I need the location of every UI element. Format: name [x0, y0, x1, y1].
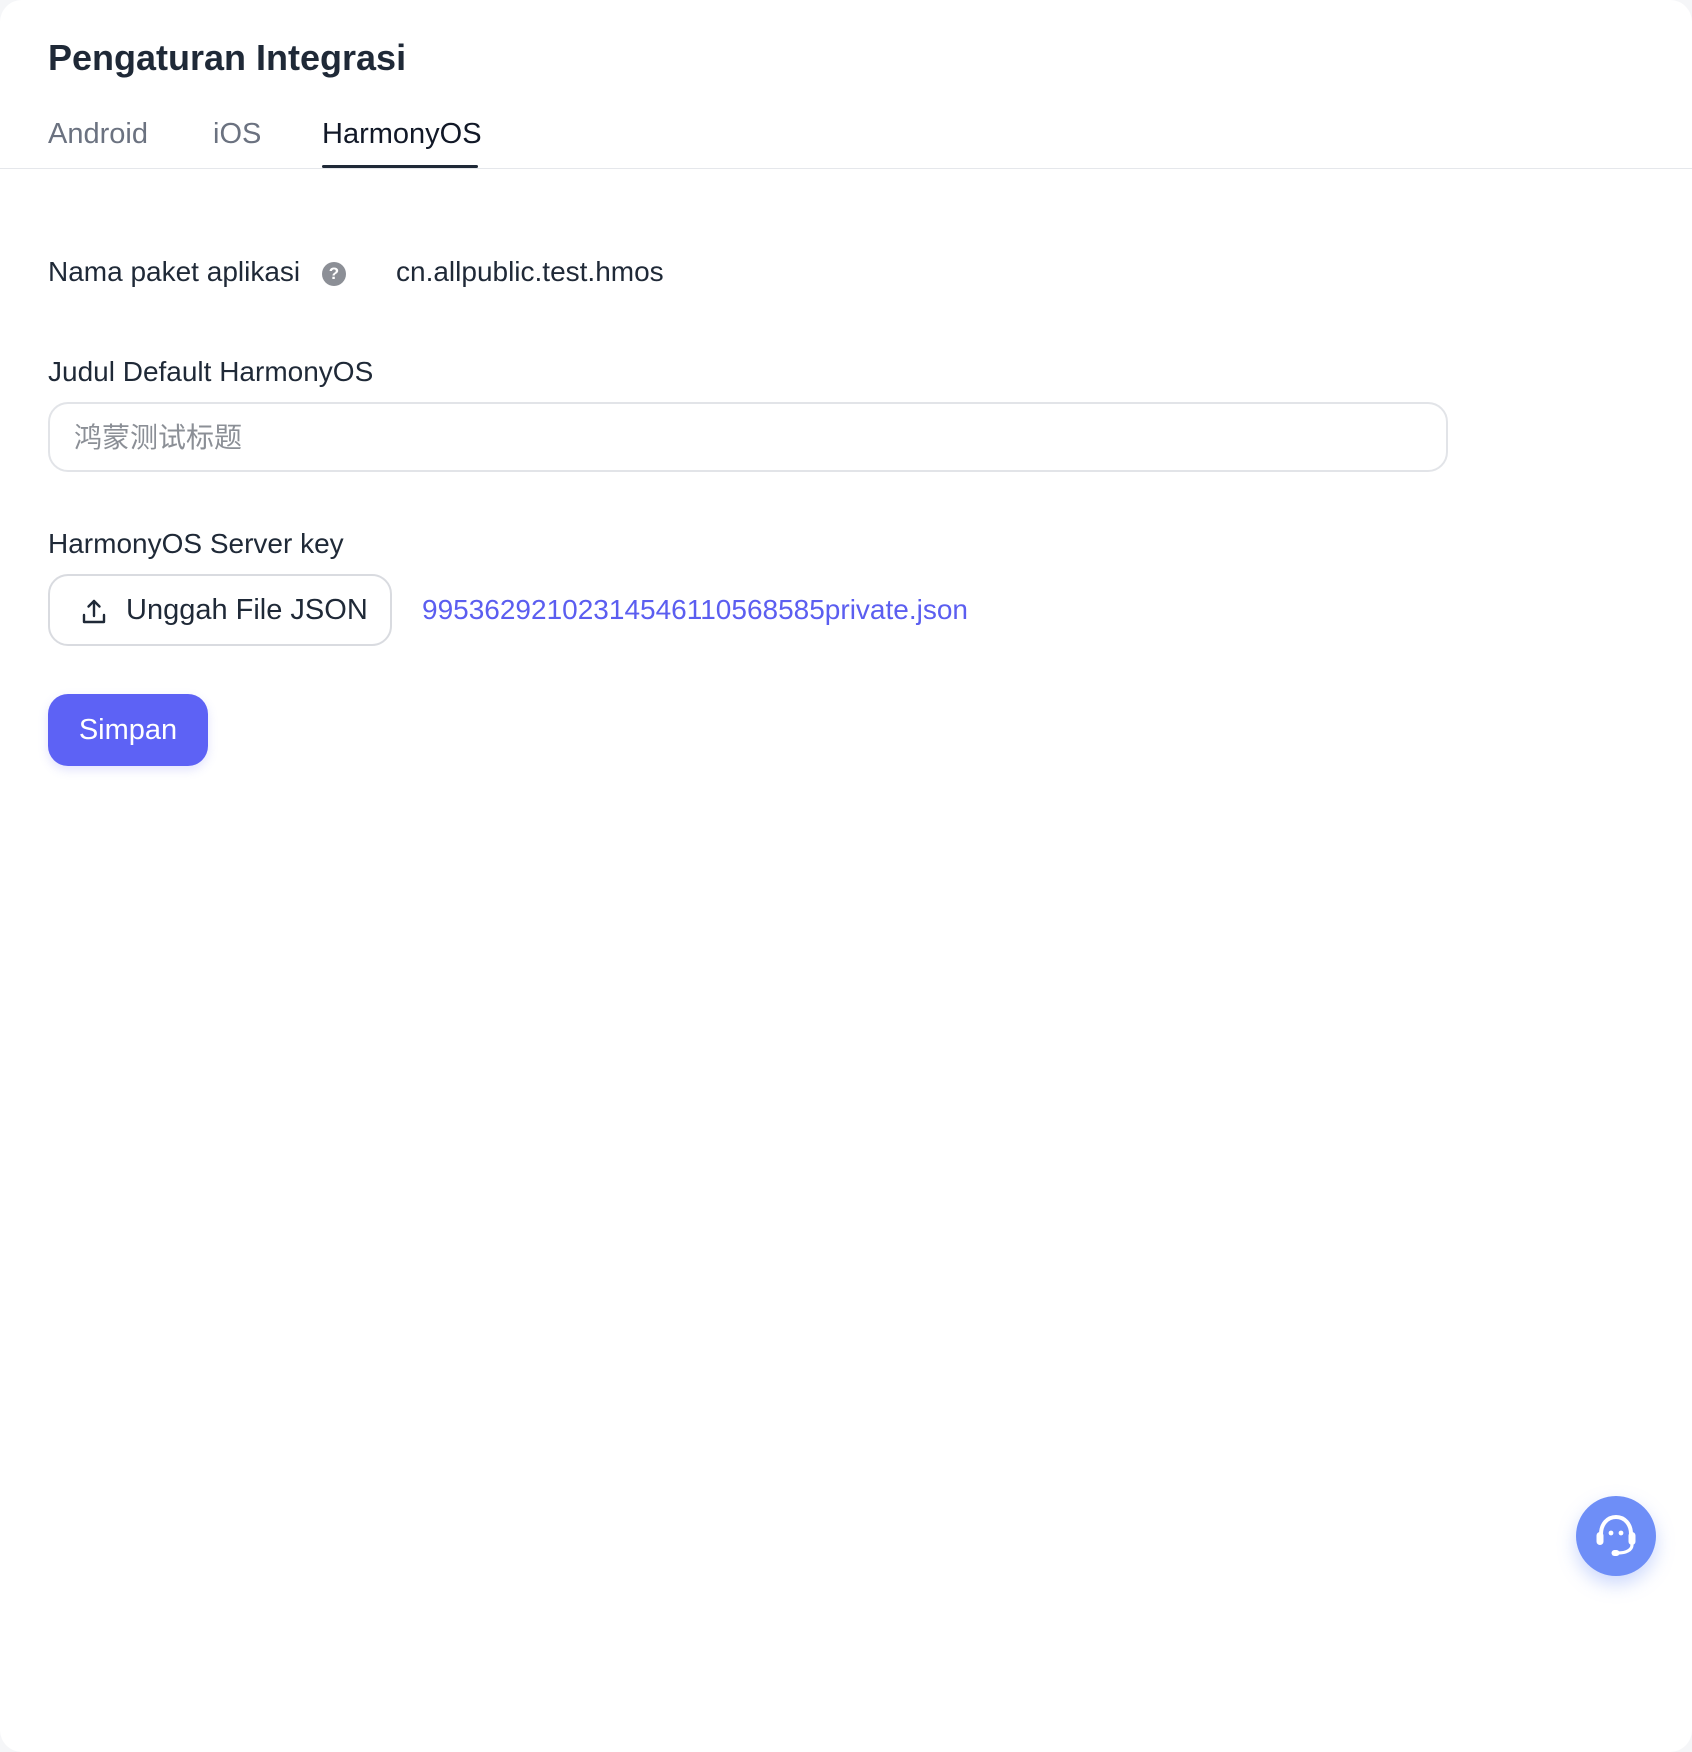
default-title-label: Judul Default HarmonyOS: [48, 356, 374, 387]
server-key-label: HarmonyOS Server key: [48, 528, 344, 559]
upload-json-button-label: Unggah File JSON: [126, 594, 368, 626]
tab-android[interactable]: Android: [48, 116, 148, 168]
tab-harmonyos[interactable]: HarmonyOS: [322, 116, 482, 168]
headset-icon: [1596, 1514, 1636, 1556]
save-button[interactable]: Simpan: [48, 694, 208, 766]
package-name-label: Nama paket aplikasi: [48, 256, 301, 287]
question-mark-icon[interactable]: ?: [322, 262, 346, 286]
tab-harmonyos-label: HarmonyOS: [322, 118, 482, 150]
package-name-value: cn.allpublic.test.hmos: [396, 256, 664, 287]
customer-support-button[interactable]: [1576, 1496, 1656, 1576]
upload-icon: [82, 599, 106, 624]
integration-settings-panel: Pengaturan Integrasi Android iOS Harmony…: [0, 0, 1692, 1752]
default-title-input[interactable]: [48, 402, 1448, 472]
active-tab-indicator: [322, 165, 478, 168]
tab-ios[interactable]: iOS: [213, 116, 261, 168]
platform-tabs: Android iOS HarmonyOS: [0, 108, 1692, 169]
page-title: Pengaturan Integrasi: [48, 37, 407, 78]
upload-json-button[interactable]: Unggah File JSON: [48, 574, 392, 646]
uploaded-file-link[interactable]: 995362921023145461105685​85private.json: [422, 592, 968, 628]
